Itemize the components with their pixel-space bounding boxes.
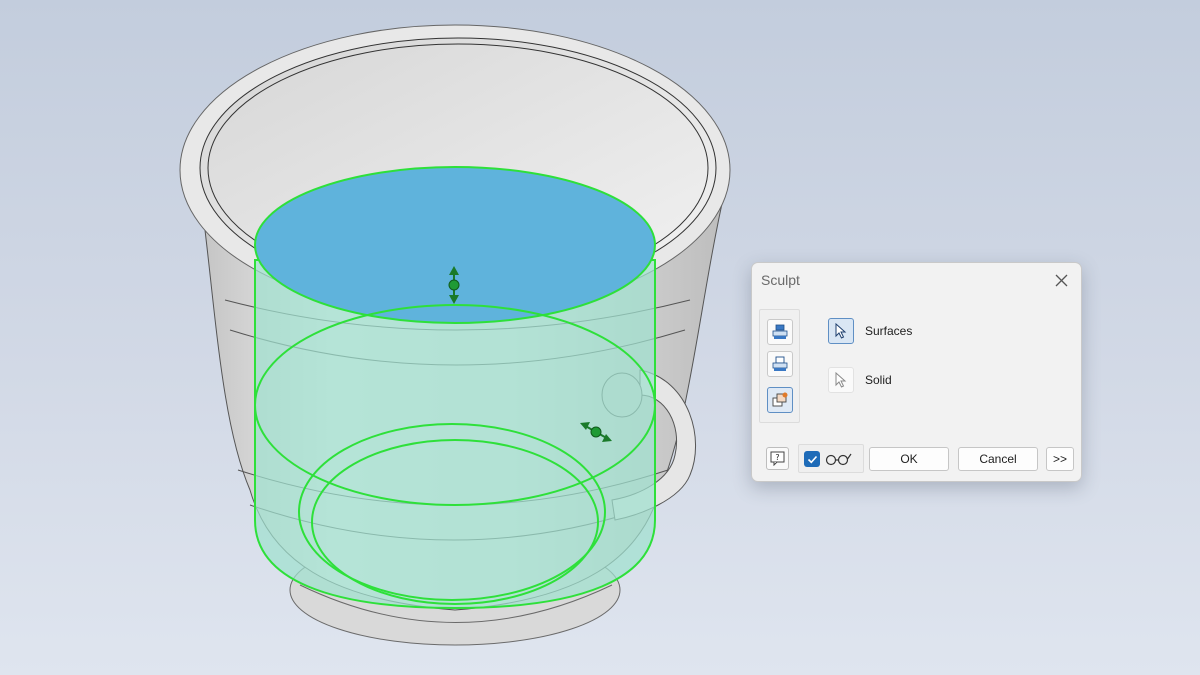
cursor-arrow-icon <box>835 372 847 388</box>
remove-button[interactable] <box>767 351 793 377</box>
surfaces-label: Surfaces <box>865 324 913 338</box>
sculpt-tool-body[interactable] <box>254 166 656 610</box>
solid-select-button[interactable] <box>828 367 854 393</box>
add-button[interactable] <box>767 319 793 345</box>
dialog-title: Sculpt <box>761 272 800 288</box>
help-button[interactable]: ? <box>766 447 789 470</box>
more-options-button[interactable]: >> <box>1046 447 1074 471</box>
solid-label: Solid <box>865 373 892 387</box>
new-solid-icon <box>772 392 788 407</box>
ok-button[interactable]: OK <box>869 447 949 471</box>
dialog-titlebar[interactable]: Sculpt <box>752 263 1081 297</box>
cursor-arrow-icon <box>835 323 847 339</box>
surfaces-select-button[interactable] <box>828 318 854 344</box>
checkmark-icon <box>807 455 817 463</box>
preview-toggle <box>798 444 864 473</box>
cancel-button[interactable]: Cancel <box>958 447 1038 471</box>
preview-checkbox[interactable] <box>804 451 820 467</box>
svg-text:?: ? <box>775 453 779 462</box>
new-solid-button[interactable] <box>767 387 793 413</box>
sculpt-dialog: Sculpt Surfaces Solid ? OK Cancel >> <box>751 262 1082 482</box>
help-icon: ? <box>770 451 785 466</box>
close-icon <box>1055 274 1067 286</box>
add-solid-icon <box>772 324 788 339</box>
glasses-icon <box>825 453 852 466</box>
remove-solid-icon <box>772 356 788 371</box>
close-button[interactable] <box>1050 269 1072 291</box>
operation-tools <box>759 309 800 423</box>
solid-selector: Solid <box>828 366 892 394</box>
surfaces-selector: Surfaces <box>828 317 912 345</box>
